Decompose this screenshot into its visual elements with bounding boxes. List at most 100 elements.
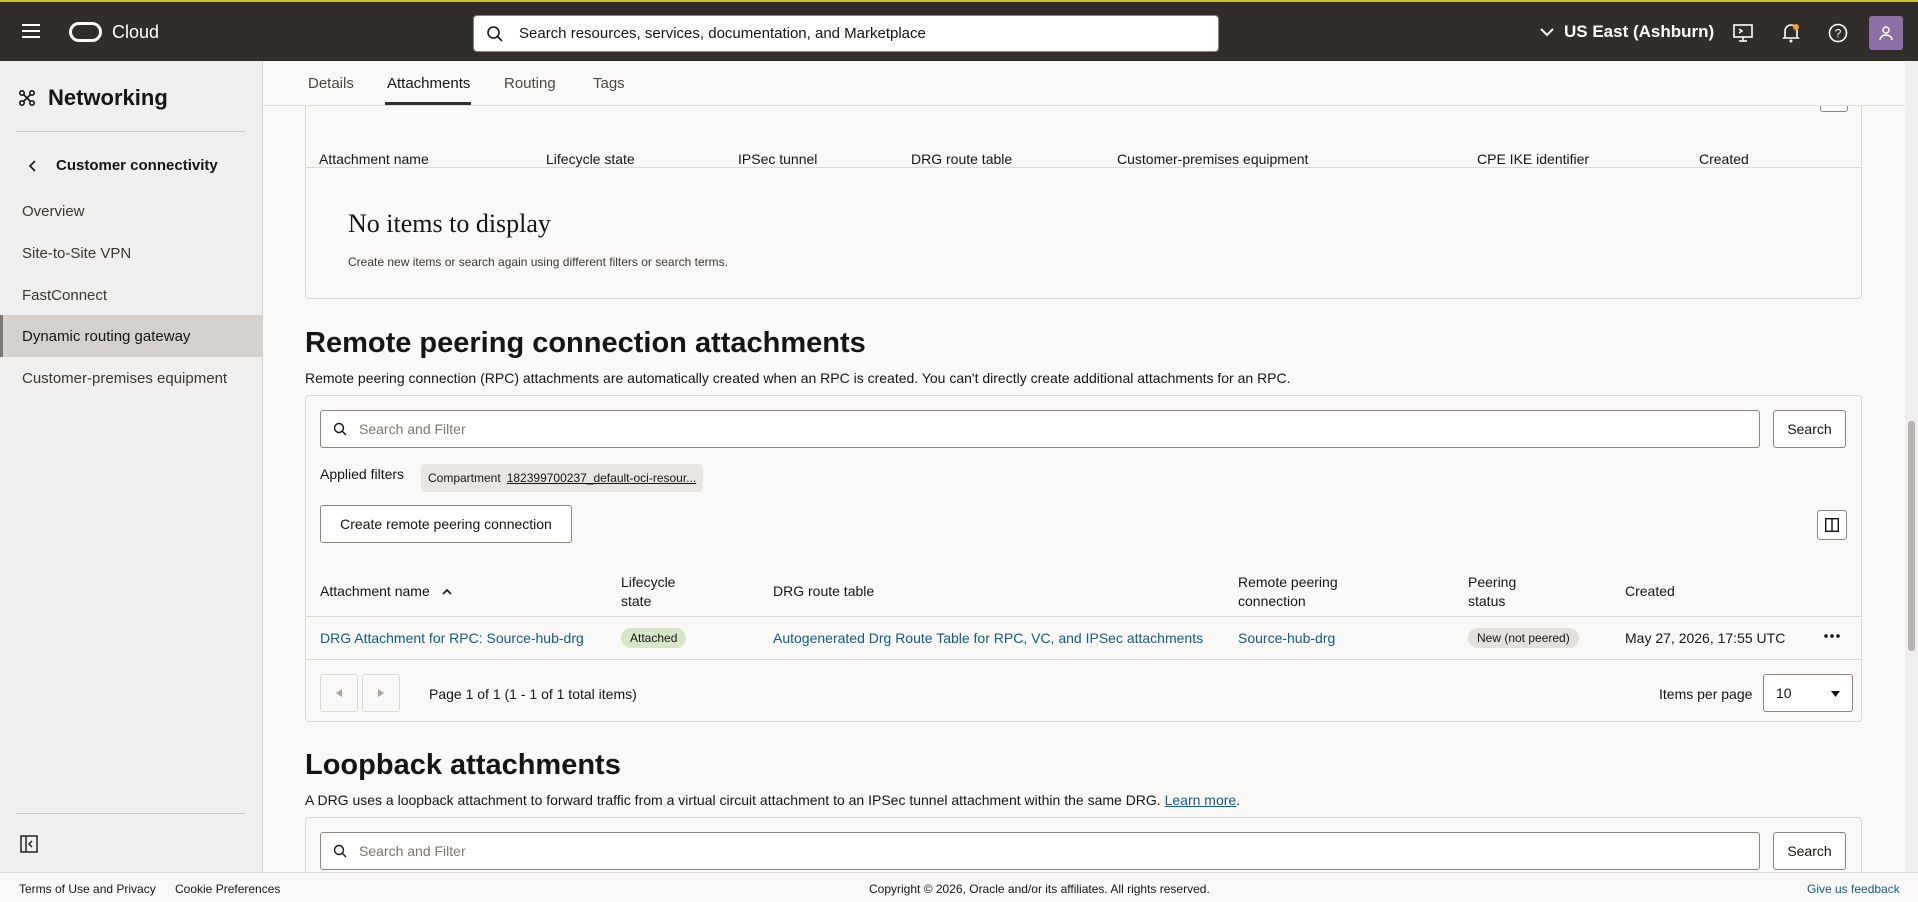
page-scrollbar[interactable] xyxy=(1905,61,1918,872)
items-per-page-value: 10 xyxy=(1776,685,1792,701)
compartment-filter-chip[interactable]: Compartment 182399700237_default-oci-res… xyxy=(421,464,704,492)
give-feedback-link[interactable]: Give us feedback xyxy=(1807,882,1900,896)
column-header-line: Peering xyxy=(1468,574,1517,590)
column-header-drg-route-table[interactable]: DRG route table xyxy=(773,583,874,599)
column-header-attachment-name[interactable]: Attachment name xyxy=(320,583,452,599)
rpc-search-button[interactable]: Search xyxy=(1773,410,1846,448)
help-icon[interactable]: ? xyxy=(1827,22,1849,44)
created-value: May 27, 2026, 17:55 UTC xyxy=(1625,630,1786,646)
collapse-sidebar-icon[interactable] xyxy=(20,835,38,858)
drg-route-table-link[interactable]: Autogenerated Drg Route Table for RPC, V… xyxy=(773,630,1203,646)
column-header-customer-premises-equipment[interactable]: Customer-premises equipment xyxy=(1117,151,1308,167)
tab-tags[interactable]: Tags xyxy=(593,75,625,92)
column-header-line: status xyxy=(1468,593,1506,609)
column-header-cpe-ike-identifier[interactable]: CPE IKE identifier xyxy=(1477,151,1589,167)
oracle-logo-icon[interactable] xyxy=(69,22,102,42)
terms-link[interactable]: Terms of Use and Privacy xyxy=(19,882,156,896)
table-footer-divider xyxy=(306,659,1861,660)
search-icon xyxy=(487,26,503,42)
caret-down-icon xyxy=(1831,691,1840,697)
loopback-search-placeholder: Search and Filter xyxy=(359,843,466,859)
caret-right-icon xyxy=(378,689,384,697)
chevron-down-icon xyxy=(1540,28,1554,37)
region-label: US East (Ashburn) xyxy=(1564,22,1715,41)
period: . xyxy=(1236,792,1241,808)
tab-bar: Details Attachments Routing Tags xyxy=(263,61,1918,106)
table-header-divider xyxy=(306,167,1861,168)
loopback-section-description: A DRG uses a loopback attachment to forw… xyxy=(305,792,1240,808)
sidebar-item-site-to-site-vpn[interactable]: Site-to-Site VPN xyxy=(0,232,263,274)
column-header-remote-peering-connection[interactable]: Remote peering connection xyxy=(1238,573,1338,611)
loopback-description-text: A DRG uses a loopback attachment to forw… xyxy=(305,792,1161,808)
column-header-created[interactable]: Created xyxy=(1699,151,1749,167)
sidebar-title-label: Networking xyxy=(48,85,168,110)
search-icon xyxy=(333,422,347,436)
loopback-search-button[interactable]: Search xyxy=(1773,832,1846,870)
footer: Terms of Use and Privacy Cookie Preferen… xyxy=(0,872,1918,902)
sidebar-divider xyxy=(16,813,245,814)
empty-state-subtitle: Create new items or search again using d… xyxy=(348,255,728,269)
chip-label: Compartment xyxy=(428,471,501,485)
column-header-lifecycle-state[interactable]: Lifecycle state xyxy=(621,573,675,611)
cookie-preferences-link[interactable]: Cookie Preferences xyxy=(175,882,280,896)
column-header-line: connection xyxy=(1238,593,1306,609)
attachment-name-link[interactable]: DRG Attachment for RPC: Source-hub-drg xyxy=(320,630,584,646)
sidebar-item-customer-premises-equipment[interactable]: Customer-premises equipment xyxy=(0,357,263,399)
create-remote-peering-connection-button[interactable]: Create remote peering connection xyxy=(320,505,572,543)
applied-filters-label: Applied filters xyxy=(320,466,405,482)
caret-left-icon xyxy=(336,689,342,697)
column-header-lifecycle-state[interactable]: Lifecycle state xyxy=(546,151,635,167)
sort-ascending-icon xyxy=(442,588,452,595)
global-search-input[interactable]: Search resources, services, documentatio… xyxy=(473,15,1219,52)
sidebar-back-label: Customer connectivity xyxy=(56,157,218,174)
items-per-page-select[interactable]: 10 xyxy=(1763,674,1853,712)
notifications-icon[interactable] xyxy=(1780,22,1802,44)
column-header-attachment-name[interactable]: Attachment name xyxy=(319,151,429,167)
networking-icon xyxy=(18,89,36,107)
region-selector[interactable]: US East (Ashburn) xyxy=(1540,22,1714,42)
chevron-left-icon xyxy=(28,159,36,172)
column-header-created[interactable]: Created xyxy=(1625,583,1675,599)
user-avatar-icon[interactable] xyxy=(1869,16,1903,50)
column-header-ipsec-tunnel[interactable]: IPSec tunnel xyxy=(738,151,817,167)
rpc-search-input[interactable]: Search and Filter xyxy=(320,410,1760,448)
top-navigation-bar: Cloud Search resources, services, docume… xyxy=(0,0,1918,61)
loopback-section-title: Loopback attachments xyxy=(305,749,621,781)
column-settings-button[interactable] xyxy=(1817,510,1847,540)
sidebar: Networking Customer connectivity Overvie… xyxy=(0,61,263,872)
scrollbar-thumb[interactable] xyxy=(1908,421,1915,651)
column-header-line: state xyxy=(621,593,652,609)
sidebar-item-fastconnect[interactable]: FastConnect xyxy=(0,274,263,316)
menu-icon[interactable] xyxy=(22,24,40,38)
column-header-drg-route-table[interactable]: DRG route table xyxy=(911,151,1012,167)
sidebar-item-dynamic-routing-gateway[interactable]: Dynamic routing gateway xyxy=(0,315,263,357)
svg-text:?: ? xyxy=(1835,27,1842,41)
next-page-button[interactable] xyxy=(362,674,400,712)
tab-details[interactable]: Details xyxy=(308,75,354,92)
column-header-peering-status[interactable]: Peering status xyxy=(1468,573,1516,611)
table-header-divider xyxy=(306,616,1861,617)
rpc-section-title: Remote peering connection attachments xyxy=(305,327,866,359)
peering-status-badge: New (not peered) xyxy=(1468,628,1579,648)
columns-icon xyxy=(1825,518,1839,532)
brand-name[interactable]: Cloud xyxy=(112,22,159,43)
learn-more-link[interactable]: Learn more xyxy=(1165,792,1237,808)
sidebar-item-overview[interactable]: Overview xyxy=(0,190,263,232)
sidebar-back-link[interactable]: Customer connectivity xyxy=(28,157,218,174)
active-tab-indicator xyxy=(385,102,471,105)
global-search-placeholder: Search resources, services, documentatio… xyxy=(519,25,926,42)
cloud-shell-icon[interactable] xyxy=(1732,22,1754,44)
loopback-search-input[interactable]: Search and Filter xyxy=(320,832,1760,870)
column-header-line: Lifecycle xyxy=(621,574,676,590)
remote-peering-connection-link[interactable]: Source-hub-drg xyxy=(1238,630,1335,646)
sidebar-divider xyxy=(16,131,245,132)
column-header-line: Remote peering xyxy=(1238,574,1338,590)
sidebar-title[interactable]: Networking xyxy=(18,85,168,111)
page-info: Page 1 of 1 (1 - 1 of 1 total items) xyxy=(429,686,637,702)
empty-state-title: No items to display xyxy=(348,209,551,238)
chip-value[interactable]: 182399700237_default-oci-resour... xyxy=(507,471,696,485)
tab-routing[interactable]: Routing xyxy=(504,75,556,92)
tab-attachments[interactable]: Attachments xyxy=(387,75,470,92)
row-actions-icon[interactable] xyxy=(1823,629,1841,648)
previous-page-button[interactable] xyxy=(320,674,358,712)
